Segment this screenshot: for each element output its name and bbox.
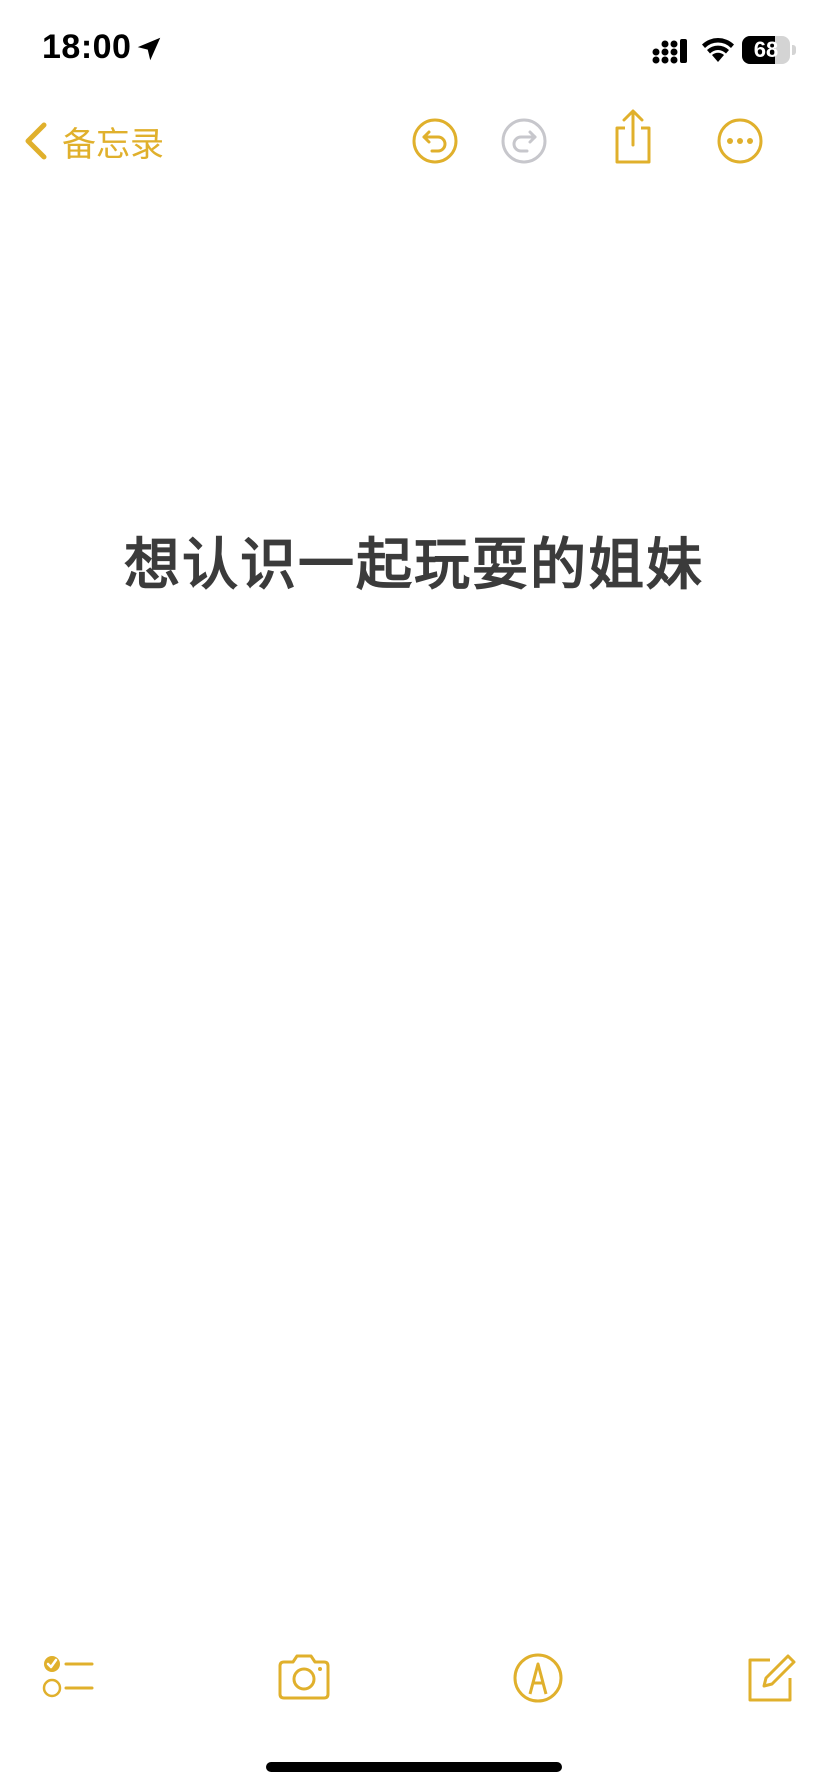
undo-icon[interactable] bbox=[410, 116, 460, 166]
home-indicator[interactable] bbox=[266, 1762, 562, 1772]
chevron-left-icon bbox=[25, 122, 47, 160]
back-button[interactable]: 备忘录 bbox=[22, 116, 164, 166]
wifi-icon bbox=[702, 38, 734, 62]
note-body[interactable]: 想认识一起玩耍的姐妹 bbox=[0, 520, 828, 601]
checklist-icon[interactable] bbox=[40, 1650, 96, 1706]
status-bar: 18:00 68 bbox=[0, 0, 828, 100]
redo-icon bbox=[501, 118, 547, 164]
cellular-signal-icon bbox=[652, 39, 687, 64]
camera-icon[interactable] bbox=[276, 1650, 332, 1706]
battery-tip bbox=[792, 45, 796, 55]
note-title[interactable]: 想认识一起玩耍的姐妹 bbox=[124, 520, 704, 601]
bottom-toolbar bbox=[0, 1650, 828, 1710]
nav-bar: 备忘录 bbox=[0, 100, 828, 180]
status-time: 18:00 bbox=[42, 28, 132, 66]
back-label: 备忘录 bbox=[62, 124, 164, 165]
share-icon[interactable] bbox=[608, 108, 658, 166]
compose-icon[interactable] bbox=[742, 1650, 798, 1706]
battery-icon: 68 bbox=[742, 36, 796, 64]
battery-body: 68 bbox=[742, 36, 790, 64]
markup-icon[interactable] bbox=[510, 1650, 566, 1706]
battery-level: 68 bbox=[753, 37, 779, 62]
more-icon[interactable] bbox=[715, 116, 765, 166]
location-arrow-icon bbox=[137, 37, 161, 61]
